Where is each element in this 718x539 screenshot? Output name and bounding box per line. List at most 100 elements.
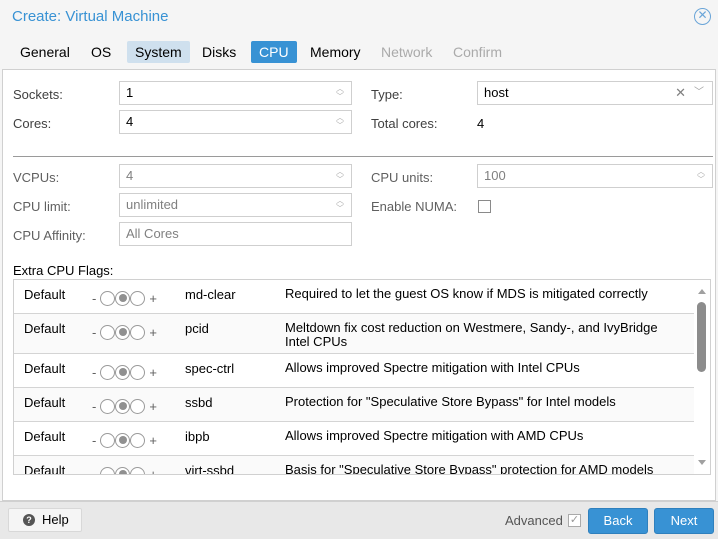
table-row: Default - + virt-ssbd Basis for "Specula… bbox=[14, 456, 694, 475]
window-title: Create: Virtual Machine bbox=[12, 8, 169, 25]
help-button[interactable]: ? Help bbox=[8, 508, 82, 532]
tab-disks[interactable]: Disks bbox=[194, 41, 244, 63]
scroll-up-icon[interactable] bbox=[698, 289, 706, 294]
tab-general[interactable]: General bbox=[12, 41, 78, 63]
tristate-selector: - + bbox=[92, 364, 157, 380]
plus-label: + bbox=[149, 290, 157, 306]
radio-on[interactable] bbox=[130, 324, 146, 340]
radio-off[interactable] bbox=[100, 398, 116, 414]
table-row: Default - + md-clear Required to let the… bbox=[14, 280, 694, 314]
tristate-selector: - + bbox=[92, 290, 157, 306]
tristate-selector: - + bbox=[92, 398, 157, 414]
flag-description: Required to let the guest OS know if MDS… bbox=[285, 286, 648, 301]
cpu-units-label: CPU units: bbox=[371, 170, 434, 185]
type-label: Type: bbox=[371, 87, 403, 102]
tab-cpu[interactable]: CPU bbox=[251, 41, 297, 63]
cpu-flags-grid: Default - + md-clear Required to let the… bbox=[13, 279, 711, 475]
minus-label: - bbox=[92, 290, 97, 306]
flag-description: Allows improved Spectre mitigation with … bbox=[285, 428, 584, 443]
spinner-arrows-icon[interactable]: ︿ ﹀ bbox=[335, 168, 345, 184]
flag-state: Default bbox=[24, 361, 66, 376]
scroll-thumb[interactable] bbox=[697, 302, 706, 372]
sockets-value: 1 bbox=[126, 85, 134, 100]
cpu-affinity-placeholder: All Cores bbox=[126, 226, 179, 241]
advanced-checkbox[interactable]: ✓ bbox=[568, 514, 581, 527]
help-label: Help bbox=[42, 512, 69, 527]
flag-state: Default bbox=[24, 395, 66, 410]
type-value: host bbox=[484, 85, 509, 100]
plus-label: + bbox=[149, 398, 157, 414]
radio-default[interactable] bbox=[115, 290, 131, 306]
flag-state: Default bbox=[24, 287, 66, 302]
spinner-arrows-icon[interactable]: ︿ ﹀ bbox=[335, 85, 345, 101]
radio-default[interactable] bbox=[115, 364, 131, 380]
spinner-arrows-icon[interactable]: ︿ ﹀ bbox=[335, 114, 345, 130]
radio-on[interactable] bbox=[130, 290, 146, 306]
radio-on[interactable] bbox=[130, 398, 146, 414]
vertical-scrollbar[interactable] bbox=[694, 280, 710, 474]
cpu-limit-value: unlimited bbox=[126, 197, 179, 212]
radio-on[interactable] bbox=[130, 432, 146, 448]
sockets-spinner[interactable]: 1 ︿ ﹀ bbox=[119, 81, 352, 105]
tab-memory[interactable]: Memory bbox=[302, 41, 369, 63]
flag-name: md-clear bbox=[185, 287, 236, 302]
radio-on[interactable] bbox=[130, 466, 146, 474]
radio-default[interactable] bbox=[115, 466, 131, 474]
total-cores-label: Total cores: bbox=[371, 116, 438, 131]
tab-confirm: Confirm bbox=[453, 44, 503, 60]
cores-value: 4 bbox=[126, 114, 134, 129]
flag-state: Default bbox=[24, 429, 66, 444]
radio-off[interactable] bbox=[100, 432, 116, 448]
flag-name: virt-ssbd bbox=[185, 463, 235, 475]
advanced-label: Advanced bbox=[505, 513, 563, 528]
radio-off[interactable] bbox=[100, 364, 116, 380]
type-combobox[interactable]: host ✕ ﹀ bbox=[477, 81, 713, 105]
footer-toolbar: ? Help Advanced ✓ Back Next bbox=[0, 501, 718, 539]
flag-state: Default bbox=[24, 321, 66, 336]
tristate-selector: - + bbox=[92, 466, 157, 475]
table-row: Default - + spec-ctrl Allows improved Sp… bbox=[14, 354, 694, 388]
title-bar: Create: Virtual Machine ✕ bbox=[0, 0, 718, 36]
plus-label: + bbox=[149, 466, 157, 475]
radio-off[interactable] bbox=[100, 290, 116, 306]
sockets-label: Sockets: bbox=[13, 87, 63, 102]
tristate-selector: - + bbox=[92, 324, 157, 340]
back-button[interactable]: Back bbox=[588, 508, 648, 534]
cores-spinner[interactable]: 4 ︿ ﹀ bbox=[119, 110, 352, 134]
tab-network: Network bbox=[381, 44, 433, 60]
close-icon[interactable]: ✕ bbox=[694, 8, 711, 25]
minus-label: - bbox=[92, 466, 97, 475]
tab-os[interactable]: OS bbox=[83, 41, 119, 63]
minus-label: - bbox=[92, 432, 97, 448]
radio-off[interactable] bbox=[100, 324, 116, 340]
radio-off[interactable] bbox=[100, 466, 116, 474]
table-row: Default - + ssbd Protection for "Specula… bbox=[14, 388, 694, 422]
enable-numa-checkbox[interactable] bbox=[478, 200, 491, 213]
minus-label: - bbox=[92, 364, 97, 380]
flag-name: spec-ctrl bbox=[185, 361, 235, 376]
cpu-affinity-input[interactable]: All Cores bbox=[119, 222, 352, 246]
cores-label: Cores: bbox=[13, 116, 52, 131]
vcpus-label: VCPUs: bbox=[13, 170, 60, 185]
cpu-limit-spinner[interactable]: unlimited ︿ ﹀ bbox=[119, 193, 352, 217]
flag-description: Allows improved Spectre mitigation with … bbox=[285, 360, 580, 375]
next-button[interactable]: Next bbox=[654, 508, 714, 534]
cpu-units-value: 100 bbox=[484, 168, 506, 183]
clear-icon[interactable]: ✕ bbox=[675, 82, 686, 104]
radio-default[interactable] bbox=[115, 398, 131, 414]
tab-system[interactable]: System bbox=[127, 41, 190, 63]
spinner-arrows-icon[interactable]: ︿ ﹀ bbox=[696, 168, 706, 184]
vcpus-spinner[interactable]: 4 ︿ ﹀ bbox=[119, 164, 352, 188]
cpu-units-spinner[interactable]: 100 ︿ ﹀ bbox=[477, 164, 713, 188]
radio-default[interactable] bbox=[115, 324, 131, 340]
radio-default[interactable] bbox=[115, 432, 131, 448]
chevron-down-icon[interactable]: ﹀ bbox=[694, 82, 704, 104]
flag-name: pcid bbox=[185, 321, 209, 336]
plus-label: + bbox=[149, 364, 157, 380]
extra-cpu-flags-label: Extra CPU Flags: bbox=[13, 263, 114, 278]
radio-on[interactable] bbox=[130, 364, 146, 380]
flag-state: Default bbox=[24, 463, 66, 475]
spinner-arrows-icon[interactable]: ︿ ﹀ bbox=[335, 197, 345, 213]
scroll-down-icon[interactable] bbox=[698, 460, 706, 465]
cpu-flags-rows: Default - + md-clear Required to let the… bbox=[14, 280, 694, 475]
